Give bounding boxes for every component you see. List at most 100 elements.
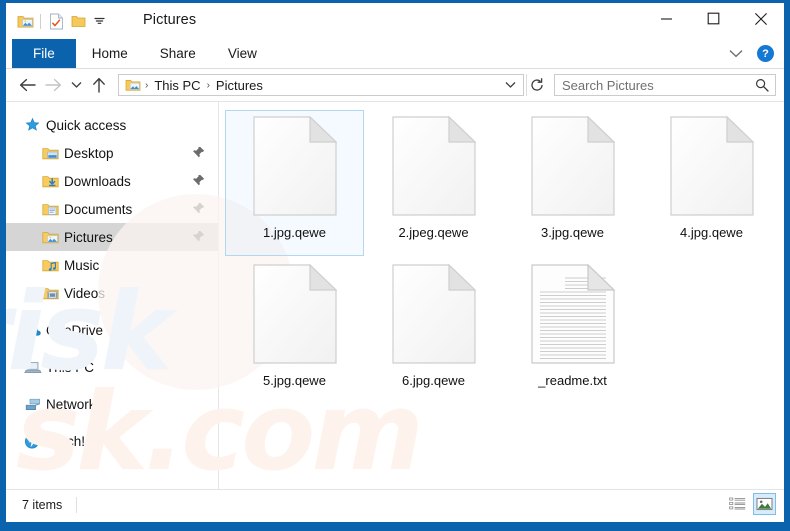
customize-chevron-icon[interactable]: [89, 10, 109, 32]
explorer-window: Pictures File Home Share View ? › This P…: [0, 0, 790, 531]
pin-icon[interactable]: [192, 202, 205, 215]
title-bar: Pictures: [6, 3, 784, 39]
breadcrumb-separator-0: ›: [145, 79, 149, 91]
sidebar-item-label: Desktop: [64, 145, 114, 161]
file-tile[interactable]: _readme.txt: [503, 258, 642, 404]
file-list-pane[interactable]: 1.jpg.qewe 2.jpeg.qewe 3.jpg.qewe 4.jpg.qew…: [219, 102, 784, 489]
sidebar-item-label: Pictures: [64, 229, 113, 245]
close-button[interactable]: [737, 3, 784, 34]
sidebar-item-downloads[interactable]: Downloads: [6, 167, 218, 195]
view-buttons: [726, 493, 776, 515]
nav-group-gap: [6, 344, 218, 353]
quick-access-toolbar: [14, 9, 109, 33]
refresh-icon[interactable]: [526, 74, 547, 96]
up-button[interactable]: [86, 72, 112, 98]
pin-icon[interactable]: [192, 230, 205, 243]
item-count: 7 items: [22, 497, 63, 512]
this-pc-icon: [24, 358, 44, 376]
qat-divider-1: [40, 13, 41, 29]
nav-group-gap: [6, 418, 218, 427]
ribbon-tabs: File Home Share View: [6, 39, 784, 68]
back-button[interactable]: [14, 72, 40, 98]
address-bar: › This PC › Pictures Search Pictures: [6, 69, 784, 101]
pin-icon[interactable]: [192, 146, 205, 159]
blank-file-icon: [386, 264, 482, 368]
tab-file[interactable]: File: [12, 39, 76, 68]
help-button[interactable]: ?: [757, 45, 774, 62]
sidebar-item-label: Music: [64, 257, 100, 273]
new-folder-icon[interactable]: [67, 10, 89, 32]
ribbon-right-controls: ?: [725, 39, 778, 68]
onedrive-cloud-icon: [24, 321, 44, 339]
nav-group-gap: [6, 307, 218, 316]
text-file-icon: [525, 264, 621, 368]
recent-locations-button[interactable]: [66, 72, 86, 98]
sidebar-item-network[interactable]: Network: [6, 390, 218, 418]
documents-folder-icon: [42, 200, 62, 218]
maximize-button[interactable]: [690, 3, 737, 34]
sidebar-item-quick-access[interactable]: Quick access: [6, 111, 218, 139]
sidebar-item-documents[interactable]: Documents: [6, 195, 218, 223]
chevron-down-icon[interactable]: [725, 43, 747, 65]
details-view-button[interactable]: [726, 493, 749, 515]
sidebar-item-label: Catch!: [46, 433, 86, 449]
pictures-folder-icon: [42, 228, 62, 246]
blank-file-icon: [386, 116, 482, 220]
file-tile[interactable]: 1.jpg.qewe: [225, 110, 364, 256]
window-frame: Pictures File Home Share View ? › This P…: [6, 3, 784, 522]
search-placeholder: Search Pictures: [562, 77, 654, 93]
window-controls: [643, 3, 784, 34]
videos-folder-icon: [42, 284, 62, 302]
sidebar-item-music[interactable]: Music: [6, 251, 218, 279]
file-name-label: 2.jpeg.qewe: [398, 225, 469, 240]
explorer-body: risk sk.com Quick accessDesktopDownloads…: [6, 101, 784, 489]
pin-icon[interactable]: [192, 174, 205, 187]
minimize-button[interactable]: [643, 3, 690, 34]
sidebar-item-label: Downloads: [64, 173, 131, 189]
breadcrumb-item-pictures[interactable]: Pictures: [213, 78, 266, 93]
sidebar-item-label: Videos: [64, 285, 106, 301]
file-name-label: 5.jpg.qewe: [263, 373, 326, 388]
sidebar-item-label: Quick access: [46, 117, 127, 133]
properties-icon[interactable]: [45, 10, 67, 32]
sidebar-item-catch[interactable]: Catch!: [6, 427, 218, 455]
search-input[interactable]: Search Pictures: [554, 74, 776, 96]
sidebar-item-onedrive[interactable]: OneDrive: [6, 316, 218, 344]
sidebar-item-label: Documents: [64, 201, 133, 217]
status-divider: [76, 496, 78, 513]
sidebar-item-videos[interactable]: Videos: [6, 279, 218, 307]
sidebar-item-label: This PC: [46, 359, 95, 375]
desktop-folder-icon: [42, 144, 62, 162]
file-grid: 1.jpg.qewe 2.jpeg.qewe 3.jpg.qewe 4.jpg.qew…: [219, 102, 784, 406]
breadcrumb-separator-1: ›: [206, 79, 210, 91]
downloads-folder-icon: [42, 172, 62, 190]
breadcrumb[interactable]: › This PC › Pictures: [118, 74, 524, 96]
breadcrumb-item-this-pc[interactable]: This PC: [151, 78, 203, 93]
tab-share[interactable]: Share: [144, 39, 212, 68]
file-tile[interactable]: 2.jpeg.qewe: [364, 110, 503, 256]
pictures-folder-icon[interactable]: [14, 10, 36, 32]
nav-group-gap: [6, 381, 218, 390]
file-tile[interactable]: 3.jpg.qewe: [503, 110, 642, 256]
file-tile[interactable]: 4.jpg.qewe: [642, 110, 781, 256]
tab-view[interactable]: View: [212, 39, 273, 68]
tab-home[interactable]: Home: [76, 39, 144, 68]
breadcrumb-dropdown-icon[interactable]: [501, 81, 519, 89]
forward-button[interactable]: [40, 72, 66, 98]
sidebar-item-pictures[interactable]: Pictures: [6, 223, 218, 251]
music-folder-icon: [42, 256, 62, 274]
file-tile[interactable]: 6.jpg.qewe: [364, 258, 503, 404]
breadcrumb-pictures-icon: [123, 77, 142, 93]
sidebar-item-this-pc[interactable]: This PC: [6, 353, 218, 381]
window-title: Pictures: [143, 12, 197, 28]
blank-file-icon: [247, 116, 343, 220]
file-name-label: 1.jpg.qewe: [263, 225, 326, 240]
blank-file-icon: [247, 264, 343, 368]
large-icons-view-button[interactable]: [753, 493, 776, 515]
file-tile[interactable]: 5.jpg.qewe: [225, 258, 364, 404]
file-name-label: _readme.txt: [538, 373, 607, 388]
sidebar-item-desktop[interactable]: Desktop: [6, 139, 218, 167]
network-icon: [24, 395, 44, 413]
blank-file-icon: [525, 116, 621, 220]
search-icon[interactable]: [754, 78, 770, 92]
